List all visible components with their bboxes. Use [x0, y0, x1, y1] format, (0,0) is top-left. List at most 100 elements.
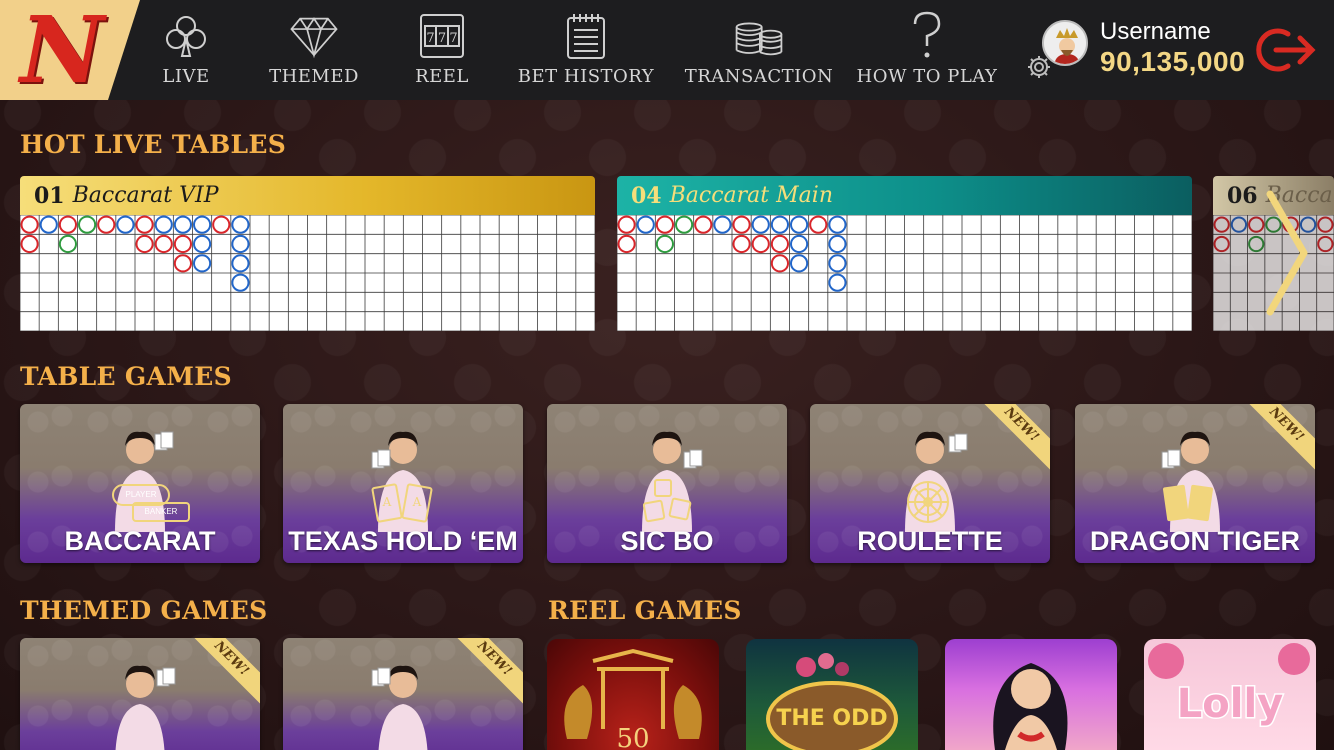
road-bead — [20, 234, 39, 254]
nav-transaction[interactable]: TRANSACTION — [684, 0, 834, 100]
reel-game-50-dragons[interactable]: 50 — [547, 639, 719, 750]
game-tile-sic-bo[interactable]: SIC BO — [547, 404, 787, 563]
reel-game-lolly-land[interactable]: Lolly — [1144, 639, 1316, 750]
nav-themed[interactable]: THEMED — [266, 0, 362, 100]
nav-label-bet-history: BET HISTORY — [517, 66, 655, 87]
road-bead — [655, 215, 675, 234]
table-name: Baccarat VIP — [72, 183, 219, 208]
new-ribbon: NEW! — [184, 638, 260, 706]
new-ribbon: NEW! — [1239, 404, 1315, 472]
game-tile-roulette[interactable]: NEW! ROULETTE — [810, 404, 1050, 563]
road-bead — [828, 234, 847, 254]
top-nav-bar: N LIVE THEMED 7 7 7 REEL BET HISTORY TRA… — [0, 0, 1334, 100]
road-bead — [212, 215, 231, 234]
themed-game-tile[interactable]: NEW! — [20, 638, 260, 750]
roulette-wheel-icon — [907, 481, 949, 523]
reel-badge: THE ODD — [776, 706, 887, 731]
road-bead — [790, 234, 809, 254]
svg-text:7: 7 — [449, 31, 457, 46]
brand-logo[interactable]: N — [0, 0, 140, 100]
table-number: 06 — [1227, 182, 1258, 209]
road-bead — [828, 273, 847, 292]
road-bead — [20, 215, 39, 234]
road-bead — [231, 234, 250, 254]
balance: 90,135,000 — [1100, 46, 1246, 77]
nav-reel[interactable]: 7 7 7 REEL — [410, 0, 474, 100]
nav-label-how-to-play: HOW TO PLAY — [856, 66, 998, 87]
game-tile-baccarat[interactable]: PLAYER BANKER BACCARAT — [20, 404, 260, 563]
road-bead — [58, 234, 78, 254]
road-bead — [1213, 216, 1230, 233]
svg-text:A: A — [382, 495, 392, 509]
question-icon — [901, 10, 953, 62]
section-title-hot-live: HOT LIVE TABLES — [20, 130, 287, 159]
road-bead — [732, 234, 751, 254]
game-tile-label: TEXAS HOLD ‘EM — [288, 526, 518, 556]
game-tile-texas-holdem[interactable]: A A TEXAS HOLD ‘EM — [283, 404, 523, 563]
club-icon — [160, 10, 212, 62]
nav-how-to-play[interactable]: HOW TO PLAY — [854, 0, 1000, 100]
nav-label-transaction: TRANSACTION — [684, 66, 834, 87]
dealer-illustration — [371, 665, 428, 750]
game-tile-label: SIC BO — [620, 526, 714, 556]
road-bead — [1317, 216, 1334, 233]
nav-label-themed: THEMED — [269, 66, 359, 87]
road-bead — [1230, 216, 1248, 233]
road-bead — [173, 234, 193, 254]
road-bead — [39, 215, 58, 234]
table-number: 04 — [631, 182, 662, 209]
logo-letter: N — [20, 0, 105, 104]
coins-icon — [733, 10, 785, 62]
road-bead — [751, 215, 770, 234]
nav-live[interactable]: LIVE — [150, 0, 222, 100]
dice-icon — [643, 479, 692, 523]
road-bead — [116, 215, 135, 234]
game-tile-dragon-tiger[interactable]: NEW! DRAGON TIGER — [1075, 404, 1315, 563]
bead-road-grid — [20, 215, 595, 331]
nav-bet-history[interactable]: BET HISTORY — [516, 0, 656, 100]
themed-game-tile[interactable]: NEW! — [283, 638, 523, 750]
road-bead — [694, 215, 713, 234]
road-bead — [636, 215, 655, 234]
game-tile-label: DRAGON TIGER — [1089, 526, 1300, 556]
svg-text:7: 7 — [438, 31, 446, 46]
dragon-tiger-cards-icon — [1163, 484, 1214, 522]
live-table-header: 04 Baccarat Main — [617, 176, 1192, 215]
road-bead — [790, 254, 809, 273]
road-bead — [828, 254, 847, 273]
game-tile-label: ROULETTE — [857, 526, 1003, 556]
road-bead — [770, 254, 790, 273]
road-bead — [828, 215, 847, 234]
road-bead — [655, 234, 675, 254]
gear-icon[interactable] — [1026, 54, 1052, 80]
road-bead — [135, 234, 154, 254]
reel-badge: 50 — [616, 724, 649, 750]
reel-game-lady[interactable] — [945, 639, 1117, 750]
section-title-themed-games: THEMED GAMES — [20, 596, 268, 625]
table-name: Baccarat Main — [669, 183, 833, 208]
road-bead — [1317, 235, 1334, 253]
road-bead — [78, 215, 97, 234]
road-bead — [173, 215, 193, 234]
ace-cards-icon: A A — [371, 483, 433, 523]
reel-badge: Lolly — [1177, 681, 1283, 727]
bead-road-grid — [617, 215, 1192, 331]
road-bead — [790, 215, 809, 234]
game-tile-label: BACCARAT — [64, 526, 216, 556]
section-title-table-games: TABLE GAMES — [20, 362, 232, 391]
new-ribbon: NEW! — [974, 404, 1050, 472]
road-bead — [732, 215, 751, 234]
live-table-header: 01 Baccarat VIP — [20, 176, 595, 215]
road-bead — [1213, 235, 1230, 253]
logout-icon[interactable] — [1254, 24, 1318, 76]
notepad-icon — [560, 10, 612, 62]
section-title-reel-games: REEL GAMES — [548, 596, 742, 625]
diamond-icon — [288, 10, 340, 62]
reel-game-odd-forest[interactable]: THE ODD — [746, 639, 918, 750]
slot-777-icon: 7 7 7 — [416, 10, 468, 62]
road-bead — [675, 215, 694, 234]
live-table-card[interactable]: 01 Baccarat VIP — [20, 176, 595, 331]
live-table-card[interactable]: 04 Baccarat Main — [617, 176, 1192, 331]
road-bead — [154, 234, 173, 254]
chevron-right-icon[interactable] — [1258, 188, 1316, 318]
